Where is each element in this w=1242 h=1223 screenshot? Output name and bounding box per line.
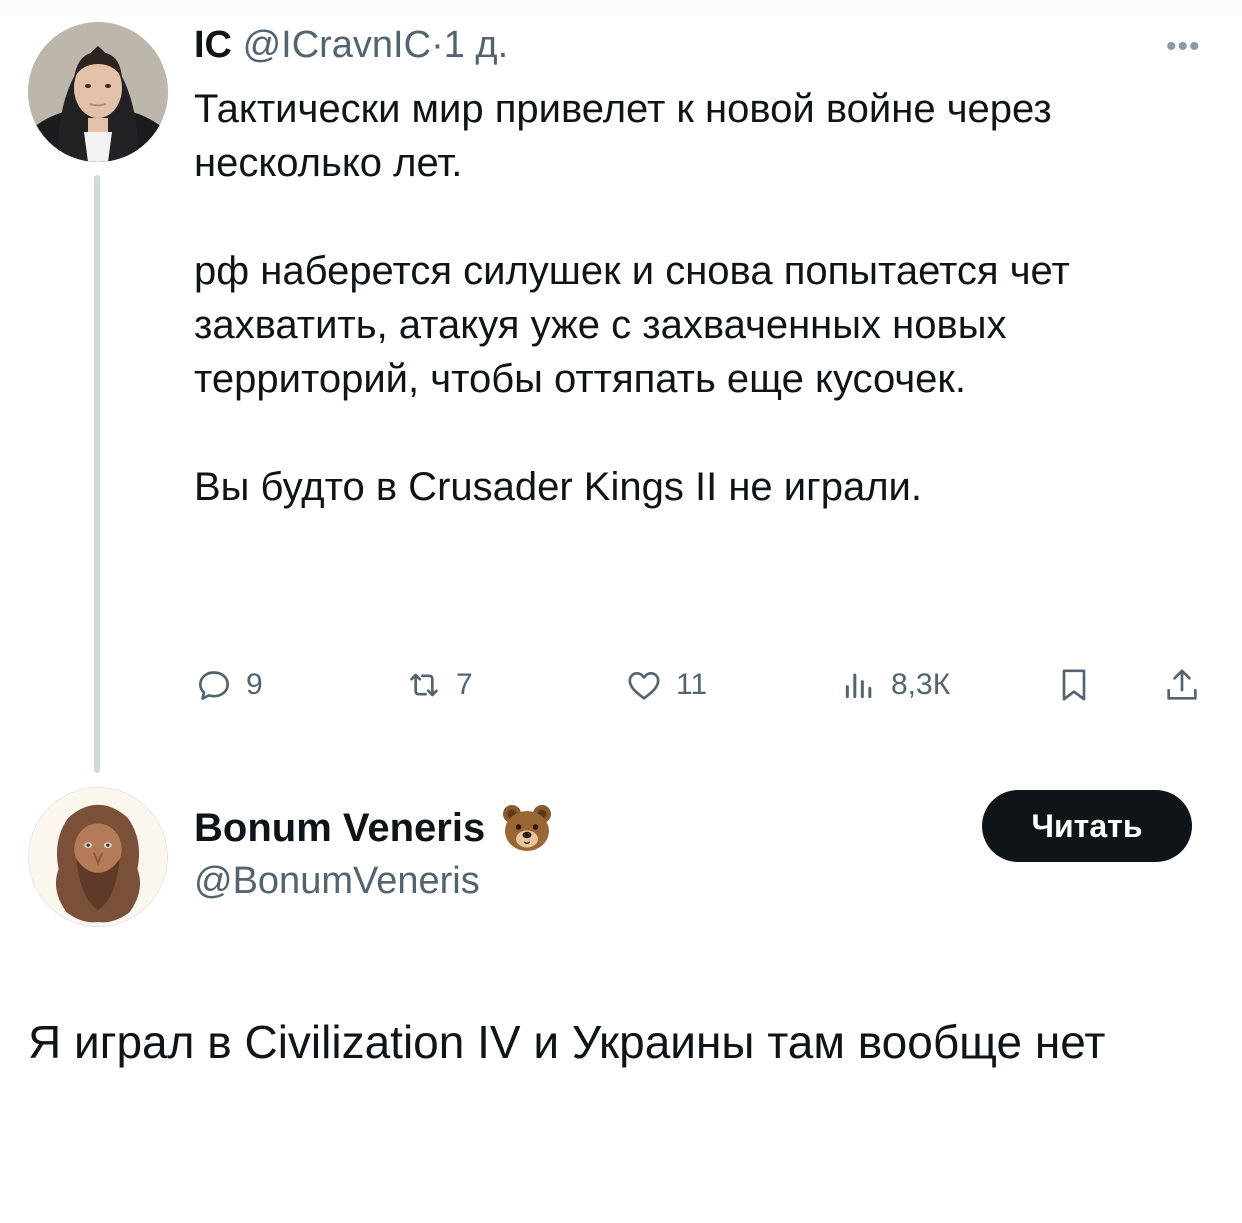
- author-avatar[interactable]: [28, 22, 168, 162]
- views-button[interactable]: 8,3К: [839, 660, 950, 710]
- replier-display-name[interactable]: Bonum Veneris: [194, 806, 485, 851]
- retweet-count: 7: [456, 668, 473, 701]
- bookmark-button[interactable]: [1054, 660, 1094, 710]
- like-icon: [628, 672, 660, 700]
- tweet-paragraph: рф наберется силушек и снова попытается …: [194, 249, 1070, 401]
- replier-avatar-image: [29, 788, 167, 926]
- reply-count: 9: [246, 668, 263, 701]
- tweet-paragraph: Вы будто в Crusader Kings II не играли.: [194, 465, 922, 509]
- views-icon: [845, 673, 872, 699]
- author-display-name[interactable]: IC: [194, 24, 232, 66]
- like-button[interactable]: 11: [624, 660, 707, 710]
- replier-name-row: Bonum Veneris: [194, 800, 555, 856]
- replier-handle[interactable]: @BonumVeneris: [194, 860, 480, 903]
- tweet-paragraph: Тактически мир привелет к новой войне че…: [194, 87, 1052, 185]
- tweet-timestamp[interactable]: 1 д.: [444, 24, 508, 66]
- share-button[interactable]: [1162, 660, 1202, 710]
- bear-emoji-icon: [503, 805, 552, 851]
- more-options-icon[interactable]: •••: [1166, 30, 1201, 64]
- top-edge-band: [0, 0, 1242, 16]
- thread-connector-line: [94, 175, 100, 773]
- retweet-icon: [410, 673, 438, 697]
- bookmark-icon: [1062, 669, 1086, 701]
- follow-button[interactable]: Читать: [982, 790, 1192, 862]
- like-count: 11: [676, 668, 708, 701]
- author-avatar-image: [28, 22, 168, 162]
- header-separator: ·: [431, 24, 444, 66]
- tweet-actions-bar: 9 7 11 8,3К: [194, 660, 1214, 710]
- tweet-body: Тактически мир привелет к новой войне че…: [194, 82, 1204, 514]
- reply-tweet-body: Я играл в Civilization IV и Украины там …: [28, 1016, 1106, 1068]
- author-handle[interactable]: @ICravnIC: [243, 24, 432, 66]
- tweet-header: IC @ICravnIC·1 д.: [194, 22, 508, 68]
- reply-icon: [199, 671, 229, 700]
- views-count: 8,3К: [891, 668, 951, 701]
- share-icon: [1167, 669, 1197, 700]
- reply-button[interactable]: 9: [194, 660, 263, 710]
- replier-avatar[interactable]: [28, 787, 168, 927]
- retweet-button[interactable]: 7: [404, 660, 473, 710]
